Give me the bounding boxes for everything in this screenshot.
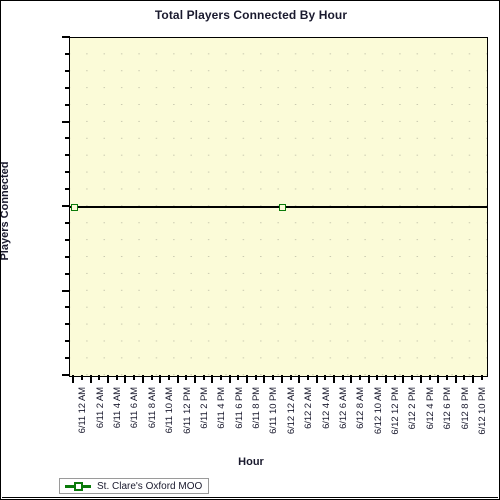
- data-point-marker: [279, 203, 287, 211]
- x-tick-major: [211, 375, 214, 383]
- x-tick-minor: [150, 375, 153, 380]
- x-tick-minor: [167, 375, 170, 380]
- x-tick-label: 6/12 12 PM: [390, 387, 402, 435]
- x-tick-minor: [359, 375, 362, 380]
- x-tick-label: 6/12 8 AM: [355, 387, 367, 429]
- x-tick-minor: [254, 375, 257, 380]
- x-tick-minor: [341, 375, 344, 380]
- x-tick-label: 6/11 4 PM: [216, 387, 228, 429]
- x-tick-minor: [445, 375, 448, 380]
- x-tick-major: [107, 375, 110, 383]
- x-tick-major: [437, 375, 440, 383]
- x-tick-major: [367, 375, 370, 383]
- legend-swatch-icon: [65, 481, 91, 491]
- x-tick-minor: [428, 375, 431, 380]
- x-tick-label: 6/11 10 PM: [268, 387, 280, 434]
- x-tick-major: [176, 375, 179, 383]
- x-tick-label: 6/11 6 AM: [129, 387, 141, 429]
- x-tick-major: [454, 375, 457, 383]
- x-tick-major: [193, 375, 196, 383]
- x-tick-major: [141, 375, 144, 383]
- x-tick-major: [72, 375, 75, 383]
- x-tick-label: 6/12 4 PM: [424, 387, 436, 430]
- plot-area: [69, 37, 488, 377]
- x-tick-label: 6/11 12 AM: [77, 387, 89, 434]
- x-tick-major: [350, 375, 353, 383]
- x-tick-minor: [463, 375, 466, 380]
- x-tick-label: 6/12 10 PM: [476, 387, 488, 435]
- x-tick-label: 6/11 8 PM: [251, 387, 263, 429]
- x-tick-minor: [376, 375, 379, 380]
- x-tick-minor: [81, 375, 84, 380]
- x-tick-label: 6/11 12 PM: [181, 387, 193, 434]
- x-tick-minor: [98, 375, 101, 380]
- x-tick-major: [263, 375, 266, 383]
- x-tick-major: [159, 375, 162, 383]
- x-tick-major: [332, 375, 335, 383]
- x-tick-label: 6/12 2 AM: [303, 387, 315, 429]
- x-tick-minor: [306, 375, 309, 380]
- y-axis-title: Players Connected: [0, 161, 11, 261]
- x-tick-label: 6/12 8 PM: [459, 387, 471, 430]
- chart-container: Total Players Connected By Hour Players …: [0, 0, 500, 500]
- x-tick-major: [298, 375, 301, 383]
- x-tick-minor: [289, 375, 292, 380]
- x-tick-major: [471, 375, 474, 383]
- legend-entry-label: St. Clare's Oxford MOO: [97, 480, 203, 492]
- x-tick-minor: [411, 375, 414, 380]
- x-tick-label: 6/12 12 AM: [285, 387, 297, 435]
- x-tick-minor: [272, 375, 275, 380]
- x-tick-minor: [202, 375, 205, 380]
- x-axis-title: Hour: [238, 456, 264, 468]
- x-tick-label: 6/11 6 PM: [233, 387, 245, 429]
- x-tick-label: 6/11 2 PM: [198, 387, 210, 429]
- x-tick-label: 6/11 2 AM: [94, 387, 106, 429]
- x-tick-major: [419, 375, 422, 383]
- x-tick-minor: [237, 375, 240, 380]
- x-tick-major: [385, 375, 388, 383]
- x-tick-major: [402, 375, 405, 383]
- x-tick-label: 6/11 10 AM: [164, 387, 176, 434]
- x-tick-major: [124, 375, 127, 383]
- x-tick-label: 6/11 4 AM: [112, 387, 124, 429]
- x-tick-label: 6/12 2 PM: [407, 387, 419, 430]
- chart-legend: St. Clare's Oxford MOO: [59, 478, 209, 494]
- x-tick-major: [228, 375, 231, 383]
- x-tick-label: 6/12 6 PM: [442, 387, 454, 430]
- x-tick-label: 6/12 10 AM: [372, 387, 384, 435]
- x-tick-minor: [220, 375, 223, 380]
- x-tick-major: [315, 375, 318, 383]
- x-tick-label: 6/11 8 AM: [146, 387, 158, 429]
- x-tick-label: 6/12 4 AM: [320, 387, 332, 429]
- x-tick-minor: [393, 375, 396, 380]
- x-tick-minor: [133, 375, 136, 380]
- x-tick-major: [89, 375, 92, 383]
- x-tick-minor: [115, 375, 118, 380]
- x-tick-minor: [324, 375, 327, 380]
- chart-title: Total Players Connected By Hour: [154, 8, 348, 22]
- x-tick-major: [280, 375, 283, 383]
- x-tick-minor: [185, 375, 188, 380]
- data-point-marker: [70, 203, 78, 211]
- bottom-divider: [2, 497, 498, 498]
- x-tick-minor: [480, 375, 483, 380]
- x-tick-label: 6/12 6 AM: [337, 387, 349, 429]
- x-tick-major: [246, 375, 249, 383]
